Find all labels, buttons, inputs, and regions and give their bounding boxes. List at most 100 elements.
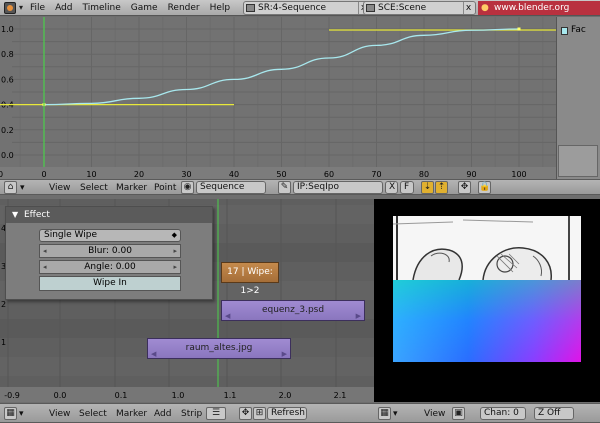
zoom-icon[interactable]: ✥ bbox=[458, 181, 471, 194]
paste-icon[interactable]: ⇡ bbox=[435, 181, 448, 194]
ruler-tick-label: 40 bbox=[229, 170, 239, 179]
scene-icon bbox=[366, 4, 375, 12]
arrow-right-icon[interactable]: ▸ bbox=[173, 245, 177, 257]
menu-add[interactable]: Add bbox=[55, 2, 72, 14]
sequencer-header: ▦ ▾ View Select Marker Add Strip ☰ ✥ ⊞ R… bbox=[0, 403, 374, 423]
y-tick-label: 0.2 bbox=[1, 126, 14, 135]
menu-select[interactable]: Select bbox=[79, 408, 107, 420]
channel-field[interactable]: Chan: 0 bbox=[480, 407, 526, 420]
eye-icon[interactable]: ◉ bbox=[181, 181, 194, 194]
angle-field[interactable]: ◂ Angle: 0.00 ▸ bbox=[39, 260, 181, 274]
chevron-down-icon[interactable]: ▾ bbox=[20, 182, 25, 194]
editor-type-icon[interactable]: ▦ bbox=[378, 407, 391, 420]
preview-header: ▦ ▾ View ▣ Chan: 0 Z Off bbox=[374, 403, 600, 423]
collapse-triangle-icon[interactable]: ▼ bbox=[12, 207, 18, 223]
copy-icon[interactable]: ⇣ bbox=[421, 181, 434, 194]
channel-number-label: 2 bbox=[1, 300, 6, 309]
panel-title: Effect bbox=[24, 210, 50, 220]
menu-render[interactable]: Render bbox=[168, 2, 200, 14]
fake-user-button[interactable]: F bbox=[400, 181, 414, 194]
menu-game[interactable]: Game bbox=[131, 2, 158, 14]
blender-logo-icon[interactable] bbox=[4, 2, 16, 14]
wipe-effect-strip[interactable]: 17 | Wipe: 1>2 bbox=[221, 262, 279, 296]
ruler-tick-label: 50 bbox=[276, 170, 286, 179]
handle-right-icon[interactable]: ▶ bbox=[356, 307, 361, 326]
screen-selector[interactable]: SR:4-Sequence x bbox=[243, 1, 371, 15]
handle-right-icon[interactable]: ▶ bbox=[282, 345, 287, 364]
time-tick-label: 0.1 bbox=[115, 391, 128, 400]
menu-strip[interactable]: Strip bbox=[181, 408, 202, 420]
main-menu: File Add Timeline Game Render Help bbox=[30, 2, 230, 14]
editor-type-icon[interactable]: ▦ bbox=[4, 407, 17, 420]
sequence-preview[interactable] bbox=[374, 199, 600, 402]
menu-select[interactable]: Select bbox=[80, 182, 108, 194]
menu-view[interactable]: View bbox=[49, 182, 70, 194]
ruler-tick-label: 20 bbox=[134, 170, 144, 179]
channel-row bbox=[0, 319, 374, 338]
menu-file[interactable]: File bbox=[30, 2, 45, 14]
blur-value: Blur: 0.00 bbox=[88, 246, 132, 256]
time-tick-label: 1.1 bbox=[224, 391, 237, 400]
refresh-button[interactable]: Refresh bbox=[267, 407, 307, 420]
time-tick-label: 1.0 bbox=[172, 391, 185, 400]
handle-left-icon[interactable]: ◀ bbox=[151, 345, 156, 364]
ipo-block-field[interactable]: IP:SeqIpo bbox=[293, 181, 383, 194]
editor-type-icon[interactable]: ⌂ bbox=[4, 181, 17, 194]
channel-row bbox=[0, 357, 374, 376]
wipe-in-toggle[interactable]: Wipe In bbox=[39, 276, 181, 291]
menu-add[interactable]: Add bbox=[154, 408, 171, 420]
channel-scroll-area[interactable] bbox=[558, 145, 598, 177]
logo-icon: ● bbox=[481, 3, 489, 13]
menu-timeline[interactable]: Timeline bbox=[83, 2, 121, 14]
chevron-down-icon[interactable]: ▾ bbox=[19, 3, 23, 12]
arrow-left-icon[interactable]: ◂ bbox=[43, 261, 47, 273]
menu-view[interactable]: View bbox=[49, 408, 70, 420]
chevron-down-icon[interactable]: ▾ bbox=[19, 408, 24, 420]
ipo-type-value: Sequence bbox=[200, 182, 245, 192]
zoom-offset-select[interactable]: Z Off bbox=[534, 407, 574, 420]
ipo-graph[interactable]: 1.00.80.60.40.20.0-100102030405060708090… bbox=[0, 17, 567, 179]
time-tick-label: 2.0 bbox=[279, 391, 292, 400]
display-mode-icon[interactable]: ☰ bbox=[206, 407, 226, 420]
strip-label: equenz_3.psd bbox=[261, 305, 325, 315]
ruler-tick-label: 90 bbox=[466, 170, 476, 179]
menu-marker[interactable]: Marker bbox=[116, 408, 147, 420]
image-strip-psd[interactable]: ◀ equenz_3.psd ▶ bbox=[221, 300, 365, 321]
zoom-icon[interactable]: ✥ bbox=[239, 407, 252, 420]
ipo-type-select[interactable]: Sequence bbox=[196, 181, 266, 194]
keyframe-point bbox=[517, 27, 521, 31]
wipe-type-select[interactable]: Single Wipe ◆ bbox=[39, 229, 181, 242]
handle-left-icon[interactable]: ◀ bbox=[225, 307, 230, 326]
ruler-tick-label: 0 bbox=[41, 170, 46, 179]
wipe-in-label: Wipe In bbox=[93, 278, 127, 288]
chevron-down-icon[interactable]: ▾ bbox=[393, 408, 398, 420]
url-badge: ● www.blender.org 245.14 bbox=[478, 1, 600, 27]
ipo-channel-list: Fac bbox=[556, 17, 600, 179]
menu-point[interactable]: Point bbox=[154, 182, 176, 194]
menu-view[interactable]: View bbox=[424, 408, 445, 420]
refresh-label: Refresh bbox=[271, 408, 305, 418]
lock-icon[interactable]: 🔒 bbox=[478, 181, 491, 194]
fac-channel-label[interactable]: Fac bbox=[571, 25, 586, 35]
fac-color-swatch[interactable] bbox=[561, 27, 568, 35]
unlink-button[interactable]: X bbox=[385, 181, 398, 194]
arrow-right-icon[interactable]: ▸ bbox=[173, 261, 177, 273]
border-zoom-icon[interactable]: ⊞ bbox=[253, 407, 266, 420]
menu-marker[interactable]: Marker bbox=[116, 182, 147, 194]
pin-icon[interactable]: ✎ bbox=[278, 181, 291, 194]
scene-selector[interactable]: SCE:Scene x bbox=[363, 1, 476, 15]
zoom-offset-value: Z Off bbox=[538, 408, 561, 418]
preview-frame bbox=[393, 216, 581, 362]
close-icon[interactable]: x bbox=[463, 2, 473, 14]
ruler-tick-label: 70 bbox=[371, 170, 381, 179]
image-strip-jpg[interactable]: ◀ raum_altes.jpg ▶ bbox=[147, 338, 291, 359]
top-menu-bar: ▾ File Add Timeline Game Render Help SR:… bbox=[0, 0, 600, 27]
ipo-curve-editor[interactable]: 1.00.80.60.40.20.0-100102030405060708090… bbox=[0, 17, 567, 179]
time-tick-label: -0.9 bbox=[4, 391, 20, 400]
blur-field[interactable]: ◂ Blur: 0.00 ▸ bbox=[39, 244, 181, 258]
panel-header[interactable]: ▼ Effect bbox=[6, 207, 212, 223]
arrow-left-icon[interactable]: ◂ bbox=[43, 245, 47, 257]
view-type-icon[interactable]: ▣ bbox=[452, 407, 465, 420]
menu-help[interactable]: Help bbox=[210, 2, 231, 14]
up-down-icon: ◆ bbox=[171, 231, 177, 239]
